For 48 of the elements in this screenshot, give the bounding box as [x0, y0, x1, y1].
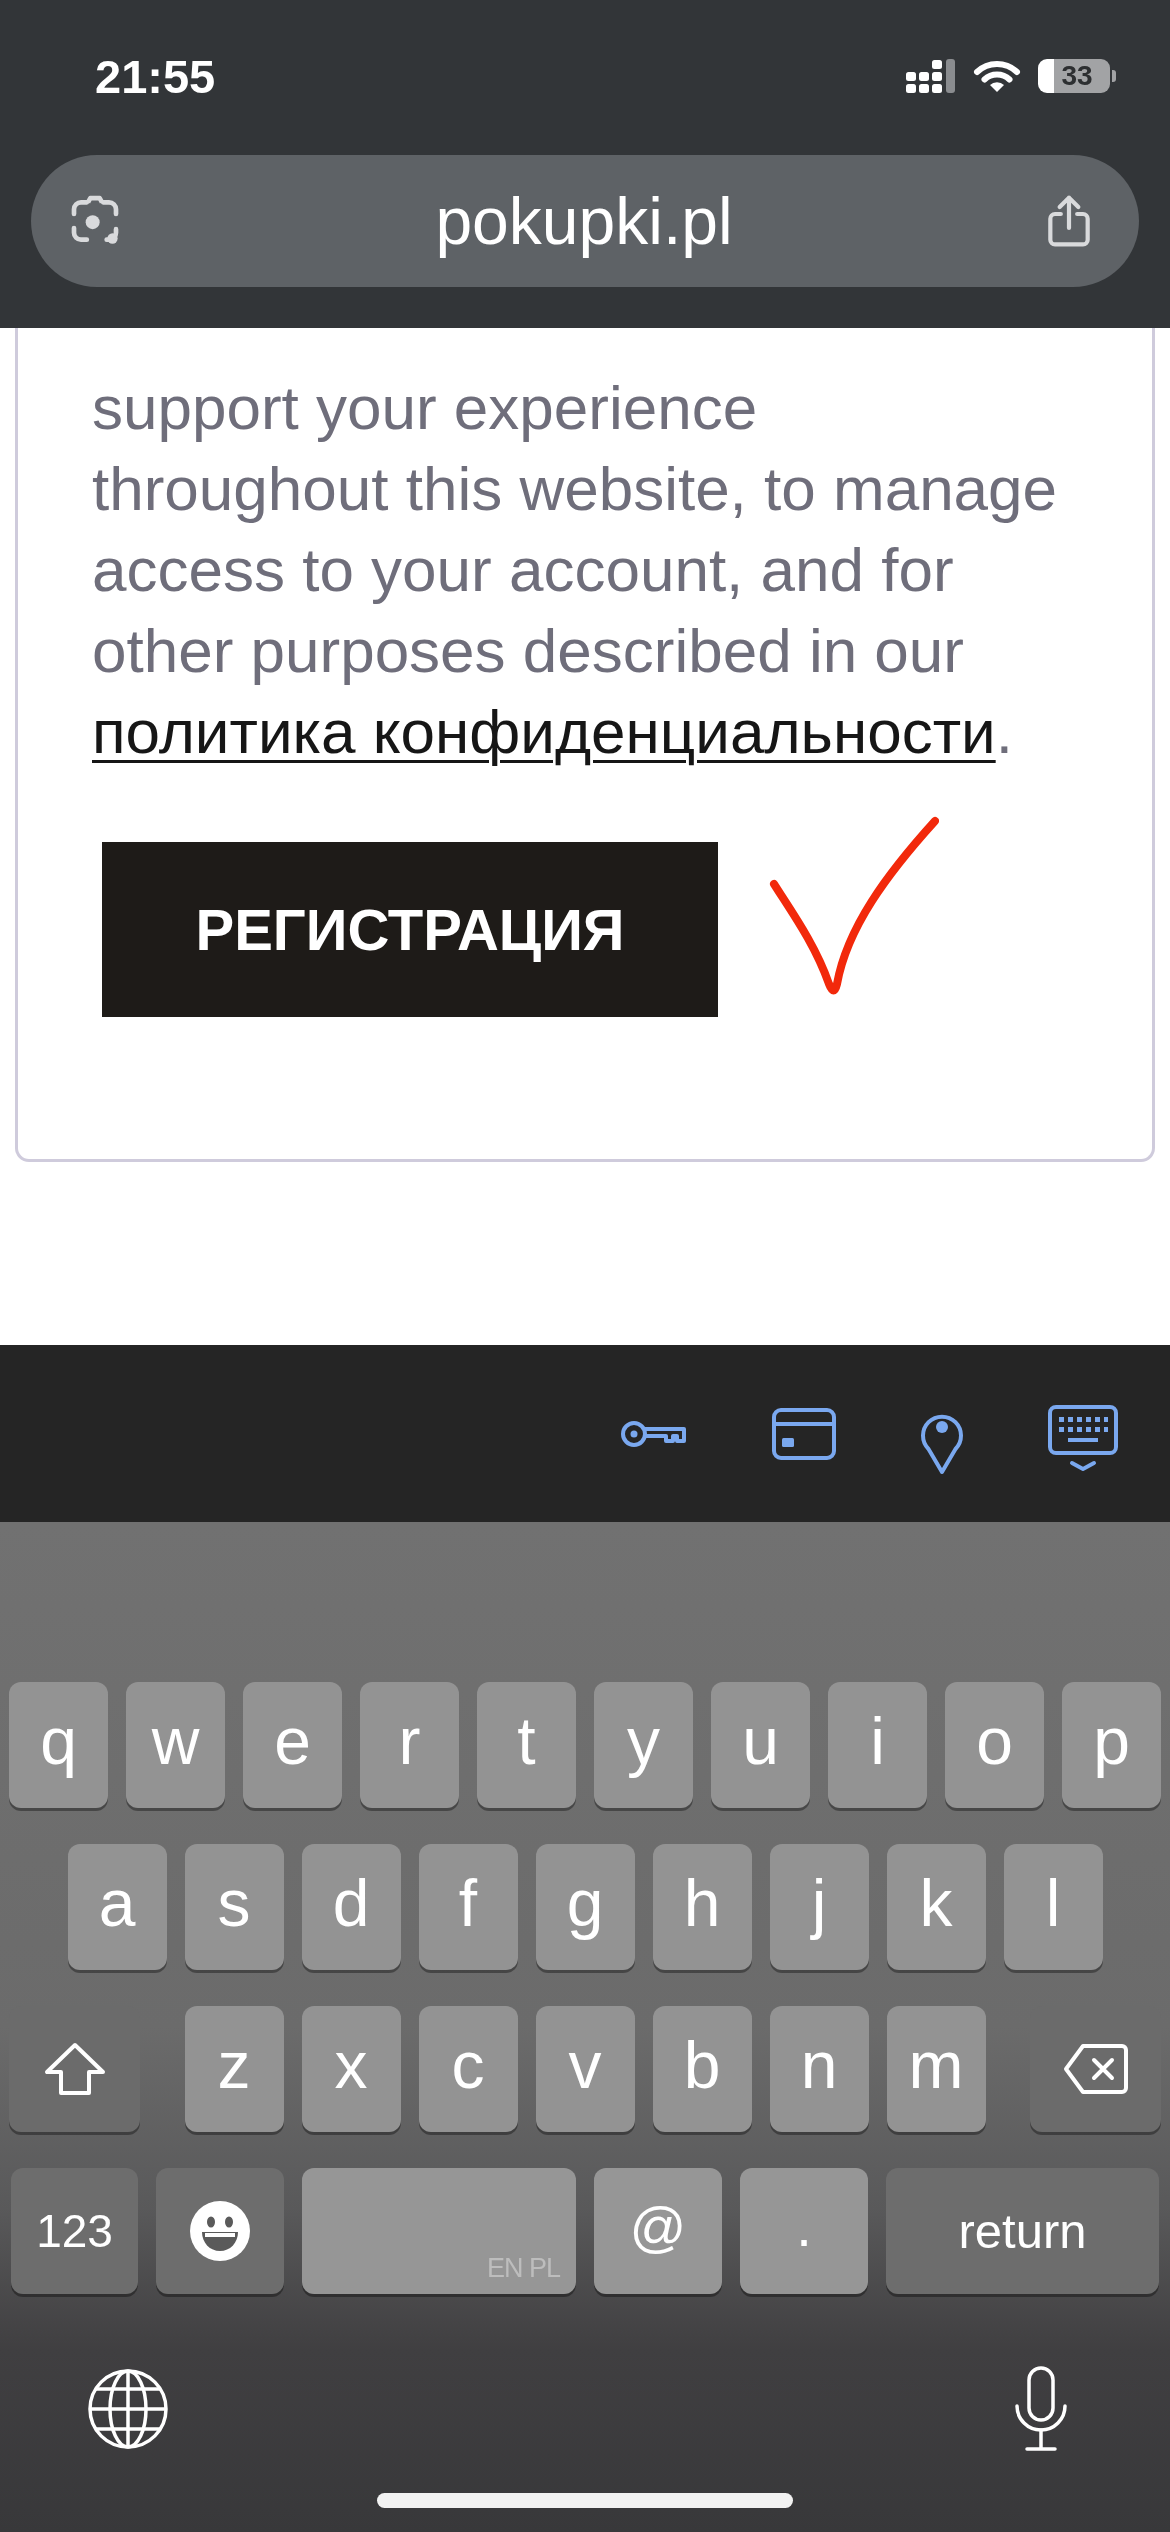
keyboard-key[interactable]: o [945, 1682, 1044, 1808]
keyboard-key[interactable]: b [652, 2006, 752, 2132]
keyboard-key[interactable]: v [535, 2006, 635, 2132]
checkmark-icon [769, 816, 939, 998]
shift-icon [42, 2042, 107, 2096]
keyboard-key[interactable]: r [360, 1682, 459, 1808]
keyboard-key[interactable]: @ [594, 2168, 722, 2294]
address-bar[interactable]: pokupki.pl [31, 155, 1139, 287]
globe-icon[interactable] [87, 2368, 169, 2450]
numbers-key[interactable]: 123 [11, 2168, 138, 2294]
keyboard-key[interactable]: q [9, 1682, 108, 1808]
signal-icon [906, 58, 956, 94]
keyboard-hide-icon[interactable] [1048, 1404, 1118, 1473]
status-time: 21:55 [95, 48, 216, 104]
keyboard-key[interactable]: n [769, 2006, 869, 2132]
keyboard-key[interactable]: h [652, 1844, 752, 1970]
register-button[interactable]: РЕГИСТРАЦИЯ [102, 842, 718, 1017]
keyboard-key[interactable]: p [1062, 1682, 1161, 1808]
keyboard-key[interactable]: m [886, 2006, 986, 2132]
keyboard-key[interactable]: u [711, 1682, 810, 1808]
wifi-icon [973, 59, 1021, 93]
keyboard-key[interactable]: a [67, 1844, 167, 1970]
keyboard-key[interactable]: t [477, 1682, 576, 1808]
keyboard-key[interactable]: x [301, 2006, 401, 2132]
keyboard-key[interactable]: z [184, 2006, 284, 2132]
keyboard-key[interactable]: l [1003, 1844, 1103, 1970]
keyboard-key[interactable]: d [301, 1844, 401, 1970]
return-key[interactable]: return [886, 2168, 1159, 2294]
keyboard-key[interactable]: j [769, 1844, 869, 1970]
keyboard-key[interactable]: g [535, 1844, 635, 1970]
battery-indicator: 33 [1038, 59, 1116, 93]
smiley-icon [189, 2200, 251, 2262]
keyboard-key[interactable]: w [126, 1682, 225, 1808]
keyboard-key[interactable]: c [418, 2006, 518, 2132]
consent-text: support your experience throughout this website, to manage access to your account, and for other purposes described in our политика конфиденциальности. [92, 372, 1059, 768]
keyboard-key[interactable]: e [243, 1682, 342, 1808]
keyboard-key[interactable]: y [594, 1682, 693, 1808]
keyboard-key[interactable]: i [828, 1682, 927, 1808]
credit-card-icon[interactable] [772, 1407, 836, 1460]
keyboard-key[interactable]: f [418, 1844, 518, 1970]
keyboard-key[interactable]: . [740, 2168, 868, 2294]
keyboard-key[interactable]: s [184, 1844, 284, 1970]
backspace-icon [1062, 2043, 1129, 2095]
emoji-key[interactable] [156, 2168, 284, 2294]
share-icon[interactable] [1045, 193, 1093, 249]
microphone-icon[interactable] [1013, 2366, 1069, 2452]
privacy-policy-link[interactable]: политика конфиденциальности [92, 697, 996, 766]
keyboard-key[interactable]: k [886, 1844, 986, 1970]
